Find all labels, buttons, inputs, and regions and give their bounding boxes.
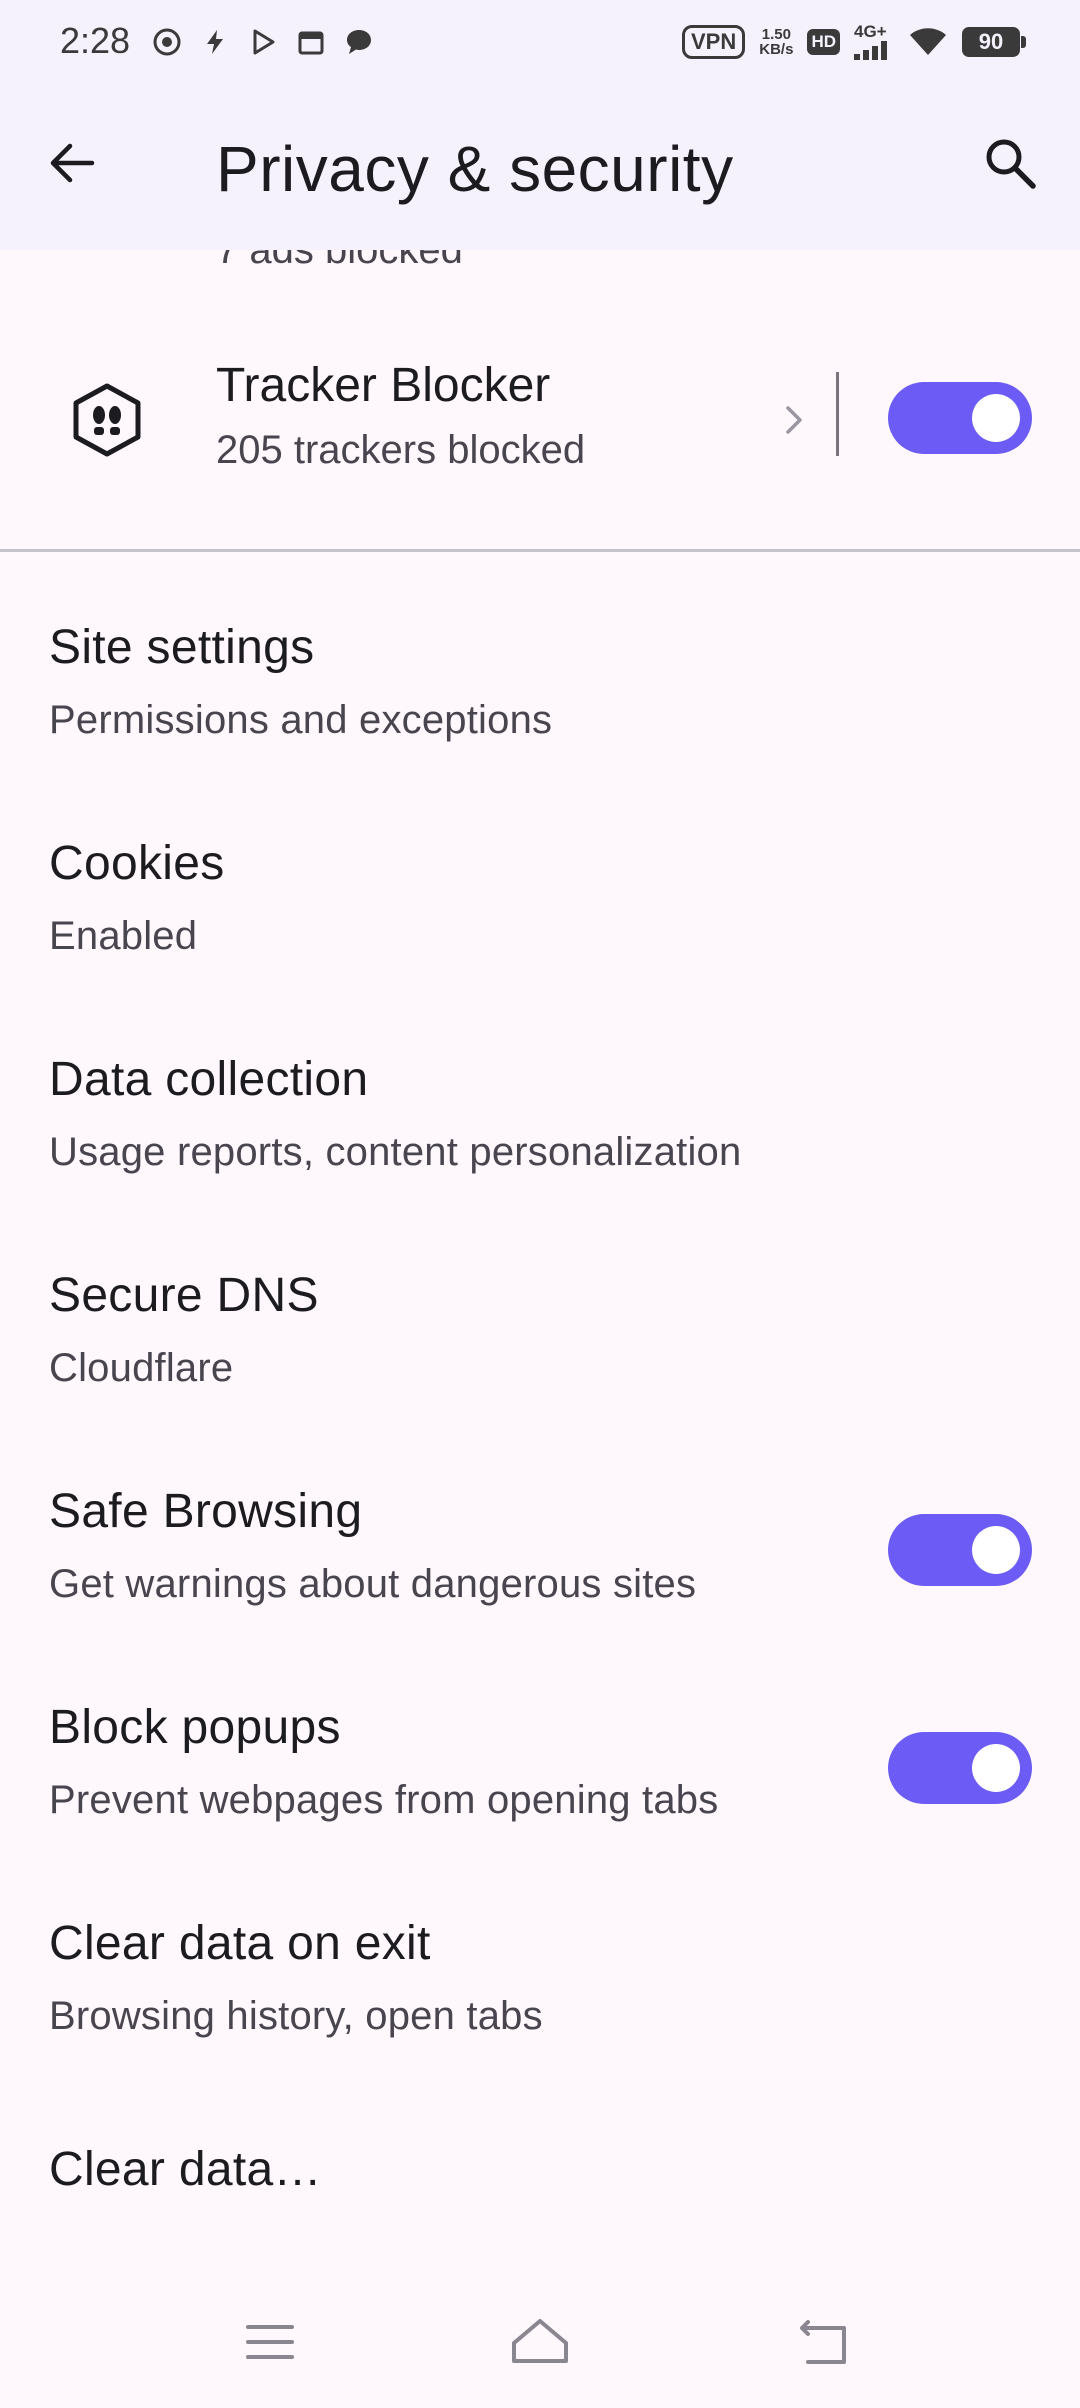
- toggle-thumb: [972, 1744, 1020, 1792]
- search-button[interactable]: [970, 123, 1050, 203]
- bolt-icon: [198, 25, 232, 59]
- page-title: Privacy & security: [216, 133, 734, 205]
- tracker-blocker-title: Tracker Blocker: [216, 359, 551, 412]
- app-bar: Privacy & security: [0, 82, 1080, 250]
- section-divider: [0, 549, 1080, 552]
- play-store-icon: [246, 25, 280, 59]
- clear-data-on-exit-title: Clear data on exit: [49, 1917, 431, 1970]
- data-collection-title: Data collection: [49, 1053, 369, 1106]
- safe-browsing-toggle[interactable]: [888, 1514, 1032, 1586]
- status-right: VPN 1.50 KB/s HD 4G+ 90: [682, 22, 1026, 62]
- cookies-title: Cookies: [49, 837, 225, 890]
- toggle-thumb: [972, 1526, 1020, 1574]
- home-icon: [512, 2319, 568, 2363]
- setting-data-collection-row[interactable]: Data collection Usage reports, content p…: [0, 1022, 1080, 1232]
- signal-icon: 4G+: [854, 22, 894, 60]
- nav-home-button[interactable]: [508, 2310, 572, 2374]
- clear-data-on-exit-subtitle: Browsing history, open tabs: [49, 1994, 543, 2038]
- net-speed-value: 1.50: [761, 26, 791, 43]
- status-bar: 2:28 VPN 1.50 KB/s HD 4G+ 90: [0, 0, 1080, 82]
- menu-icon: [246, 2325, 294, 2359]
- chrome-icon: [150, 25, 184, 59]
- header: 2:28 VPN 1.50 KB/s HD 4G+ 90 Privacy & s…: [0, 0, 1080, 250]
- secure-dns-title: Secure DNS: [49, 1269, 319, 1322]
- nav-menu-button[interactable]: [238, 2310, 302, 2374]
- arrow-back-icon: [50, 143, 95, 183]
- net-speed-unit: KB/s: [759, 41, 794, 58]
- setting-site-settings-row[interactable]: Site settings Permissions and exceptions: [0, 590, 1080, 800]
- vpn-badge: VPN: [682, 25, 746, 59]
- setting-clear-data-row[interactable]: Clear data…: [0, 2110, 1080, 2240]
- block-popups-title: Block popups: [49, 1701, 341, 1754]
- tracker-blocker-subtitle: 205 trackers blocked: [216, 428, 586, 472]
- secure-dns-subtitle: Cloudflare: [49, 1346, 234, 1390]
- message-icon: [342, 25, 376, 59]
- block-popups-subtitle: Prevent webpages from opening tabs: [49, 1778, 719, 1822]
- footprints-shield-icon: [73, 383, 141, 457]
- search-icon: [986, 139, 1036, 189]
- setting-cookies-row[interactable]: Cookies Enabled: [0, 806, 1080, 1016]
- back-button[interactable]: [32, 123, 112, 203]
- setting-block-popups-row[interactable]: Block popups Prevent webpages from openi…: [0, 1670, 1080, 1880]
- site-settings-title: Site settings: [49, 621, 315, 674]
- chevron-right-icon[interactable]: [776, 402, 812, 438]
- status-time: 2:28: [60, 20, 131, 61]
- setting-secure-dns-row[interactable]: Secure DNS Cloudflare: [0, 1238, 1080, 1448]
- back-icon: [800, 2320, 846, 2364]
- safe-browsing-title: Safe Browsing: [49, 1485, 363, 1538]
- data-collection-subtitle: Usage reports, content personalization: [49, 1130, 742, 1174]
- notification-icons: [150, 24, 376, 60]
- vertical-divider: [836, 372, 839, 456]
- hd-badge: HD: [807, 29, 840, 55]
- nav-back-button[interactable]: [792, 2310, 856, 2374]
- net-speed: 1.50 KB/s: [759, 27, 793, 57]
- site-settings-subtitle: Permissions and exceptions: [49, 698, 553, 742]
- calendar-icon: [294, 25, 328, 59]
- tracker-blocker-toggle[interactable]: [888, 382, 1032, 454]
- setting-safe-browsing-row[interactable]: Safe Browsing Get warnings about dangero…: [0, 1454, 1080, 1664]
- wifi-icon: [908, 23, 948, 62]
- block-popups-toggle[interactable]: [888, 1732, 1032, 1804]
- safe-browsing-subtitle: Get warnings about dangerous sites: [49, 1562, 697, 1606]
- cookies-subtitle: Enabled: [49, 914, 198, 958]
- battery-icon: 90: [962, 27, 1026, 57]
- setting-clear-data-on-exit-row[interactable]: Clear data on exit Browsing history, ope…: [0, 1886, 1080, 2096]
- system-nav-bar: [0, 2280, 1080, 2408]
- tracker-blocker-row[interactable]: Tracker Blocker 205 trackers blocked: [0, 250, 1080, 548]
- toggle-thumb: [972, 394, 1020, 442]
- network-type: 4G+: [854, 22, 887, 41]
- clear-data-title: Clear data…: [49, 2143, 322, 2196]
